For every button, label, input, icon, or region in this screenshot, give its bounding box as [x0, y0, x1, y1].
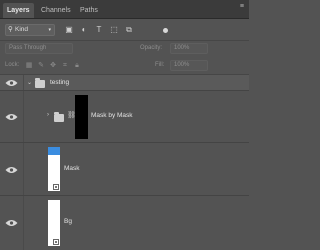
lock-all-icon[interactable]: 🔒︎: [72, 60, 82, 71]
type-filter-icon[interactable]: T: [93, 24, 105, 36]
visibility-eye-icon[interactable]: [5, 113, 18, 121]
shape-filter-icon[interactable]: ⬚: [108, 24, 120, 36]
lock-transparent-pixels-icon[interactable]: ▦: [24, 60, 34, 71]
smart-object-badge-icon: [53, 239, 59, 245]
folder-icon: [54, 112, 64, 122]
pixel-filter-icon[interactable]: ▣: [63, 24, 75, 36]
filter-toggle-icon[interactable]: [163, 28, 168, 33]
layers-list: ⌄ testing › ⛓︎ Mask by Mask Mask Bg: [0, 75, 249, 250]
lock-position-icon[interactable]: ✥: [48, 60, 58, 71]
visibility-eye-icon[interactable]: [5, 219, 18, 227]
lock-label: Lock:: [5, 62, 20, 68]
layers-panel: Layers Channels Paths ≡ ⚲ Kind ▾ ▣ ◐ T ⬚…: [0, 0, 249, 250]
filter-kind-select[interactable]: ⚲ Kind ▾: [5, 24, 55, 36]
blend-row: Pass Through Opacity: 100%: [0, 41, 249, 57]
layer-name: Bg: [64, 218, 72, 225]
folder-icon: [35, 78, 45, 88]
layer-mask-thumbnail[interactable]: [75, 95, 88, 139]
lock-row: Lock: ▦ ✎ ✥ ⌗ 🔒︎ Fill: 100%: [0, 58, 249, 75]
panel-menu-icon[interactable]: ≡: [240, 3, 244, 10]
smart-object-filter-icon[interactable]: ⧉: [123, 24, 135, 36]
lock-image-pixels-icon[interactable]: ✎: [36, 60, 46, 71]
layer-thumbnail[interactable]: [48, 147, 60, 191]
layer-row-mask[interactable]: Mask: [0, 143, 249, 196]
layer-thumbnail[interactable]: [48, 200, 60, 246]
layer-row-testing[interactable]: ⌄ testing: [0, 75, 249, 91]
chevron-down-icon: ▾: [48, 27, 51, 33]
panel-tab-bar: Layers Channels Paths ≡: [0, 0, 249, 19]
smart-object-badge-icon: [53, 184, 59, 190]
fill-field[interactable]: 100%: [170, 60, 208, 71]
layer-name: Mask: [64, 165, 80, 172]
layer-filter-row: ⚲ Kind ▾ ▣ ◐ T ⬚ ⧉: [0, 19, 249, 41]
layer-row-mask-by-mask[interactable]: › ⛓︎ Mask by Mask: [0, 91, 249, 143]
opacity-label: Opacity:: [140, 45, 163, 51]
fill-label: Fill:: [155, 62, 165, 68]
opacity-field[interactable]: 100%: [170, 43, 208, 54]
layer-row-bg[interactable]: Bg: [0, 196, 249, 250]
blend-mode-select[interactable]: Pass Through: [5, 43, 73, 54]
chevron-right-icon[interactable]: ›: [47, 112, 49, 118]
layer-name: Mask by Mask: [91, 112, 133, 119]
tab-paths[interactable]: Paths: [76, 3, 102, 18]
visibility-eye-icon[interactable]: [5, 166, 18, 174]
adjustment-filter-icon[interactable]: ◐: [78, 24, 90, 36]
chevron-down-icon[interactable]: ⌄: [27, 79, 32, 86]
filter-kind-label: Kind: [15, 26, 29, 33]
tab-layers[interactable]: Layers: [3, 3, 34, 18]
search-icon: ⚲: [8, 26, 13, 33]
visibility-eye-icon[interactable]: [5, 79, 18, 87]
lock-artboard-icon[interactable]: ⌗: [60, 60, 70, 71]
tab-channels[interactable]: Channels: [37, 3, 75, 18]
layer-name: testing: [50, 79, 70, 86]
